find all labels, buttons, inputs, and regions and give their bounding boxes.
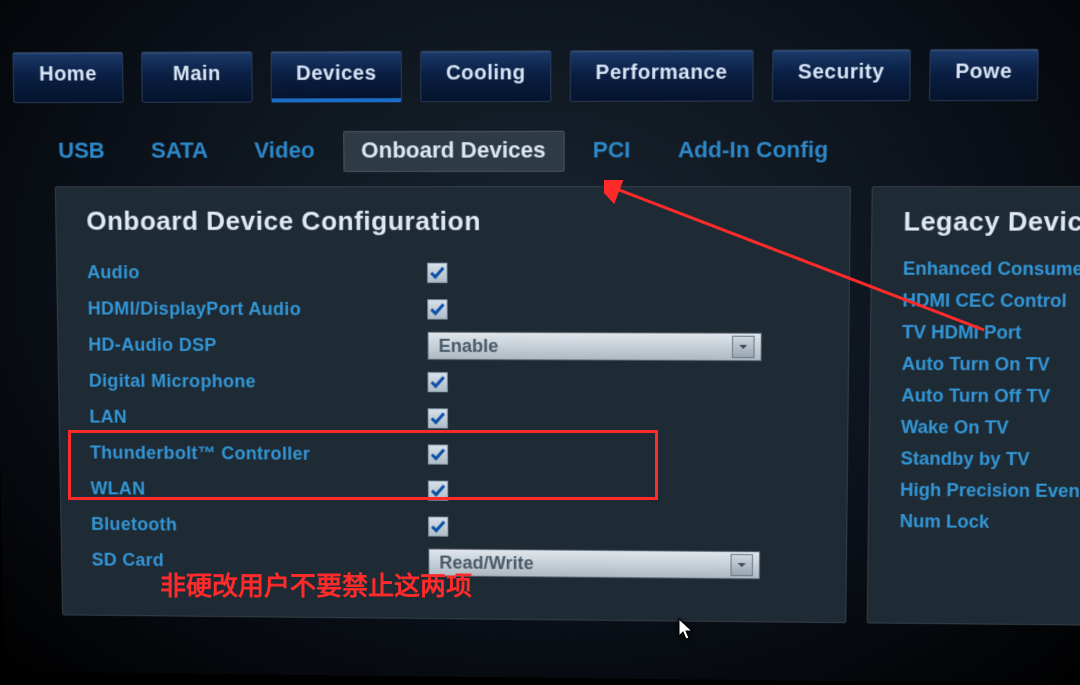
config-label: WLAN [90,478,428,501]
side-item[interactable]: Enhanced Consumer [903,258,1080,280]
nav-security[interactable]: Security [772,49,911,101]
subtab-video[interactable]: Video [236,131,333,172]
config-row: Bluetooth [91,509,822,545]
checkbox[interactable] [428,408,448,428]
checkbox[interactable] [428,481,448,501]
main-nav: Home Main Devices Cooling Performance Se… [0,0,1080,103]
nav-performance[interactable]: Performance [570,50,754,102]
side-item[interactable]: Auto Turn On TV [902,354,1080,377]
subtab-pci[interactable]: PCI [574,131,649,172]
config-row: HD-Audio DSP Enable [88,330,824,363]
config-row: WLAN [90,473,822,508]
config-rows: Audio HDMI/DisplayPort Audio HD-Audio DSP E… [87,257,824,581]
config-label: Bluetooth [91,514,428,538]
sub-nav: USB SATA Video Onboard Devices PCI Add-I… [0,101,1080,172]
checkbox[interactable] [427,263,447,283]
nav-power[interactable]: Powe [929,49,1039,101]
nav-main[interactable]: Main [141,51,253,103]
config-row: Audio [87,257,824,289]
select-value: Enable [439,335,499,356]
config-label: HD-Audio DSP [88,334,427,356]
checkbox[interactable] [427,299,447,319]
select[interactable]: Read/Write [428,548,760,579]
side-item[interactable]: Auto Turn Off TV [901,385,1080,408]
subtab-onboard-devices[interactable]: Onboard Devices [343,131,564,172]
checkbox[interactable] [428,517,448,537]
side-title: Legacy Devic [903,206,1080,238]
config-row: Thunderbolt™ Controller [90,438,823,473]
config-label: SD Card [92,549,429,573]
side-item[interactable]: HDMI CEC Control [902,290,1080,312]
panel-main: Onboard Device Configuration Audio HDMI/D… [55,186,851,623]
panel-side: Legacy Devic Enhanced Consumer HDMI CEC C… [867,186,1080,626]
nav-home[interactable]: Home [12,52,123,103]
side-item[interactable]: High Precision Even [900,480,1080,503]
chevron-down-icon [732,336,755,358]
config-row: SD Card Read/Write [91,545,821,581]
content-row: Onboard Device Configuration Audio HDMI/D… [0,172,1080,626]
nav-cooling[interactable]: Cooling [420,50,551,102]
subtab-add-in-config[interactable]: Add-In Config [659,130,847,171]
side-item[interactable]: Standby by TV [900,448,1080,471]
config-row: Digital Microphone [89,366,824,400]
bios-screen: Home Main Devices Cooling Performance Se… [0,0,1080,684]
config-row: HDMI/DisplayPort Audio [87,293,823,325]
side-item[interactable]: Wake On TV [901,417,1080,440]
checkbox[interactable] [428,444,448,464]
checkbox[interactable] [428,372,448,392]
config-label: Thunderbolt™ Controller [90,442,428,465]
nav-devices[interactable]: Devices [271,51,403,103]
config-label: Digital Microphone [89,370,428,393]
config-label: HDMI/DisplayPort Audio [88,298,428,320]
side-list: Enhanced Consumer HDMI CEC Control TV HDMI… [900,258,1080,534]
select[interactable]: Enable [427,332,761,362]
select-value: Read/Write [439,552,533,574]
subtab-sata[interactable]: SATA [133,131,227,172]
config-label: LAN [89,406,427,429]
config-label: Audio [87,262,427,284]
panel-title: Onboard Device Configuration [86,206,825,238]
chevron-down-icon [730,554,753,576]
config-row: LAN [89,402,823,436]
subtab-usb[interactable]: USB [40,131,123,172]
side-item[interactable]: TV HDMI Port [902,322,1080,344]
side-item[interactable]: Num Lock [900,511,1080,534]
